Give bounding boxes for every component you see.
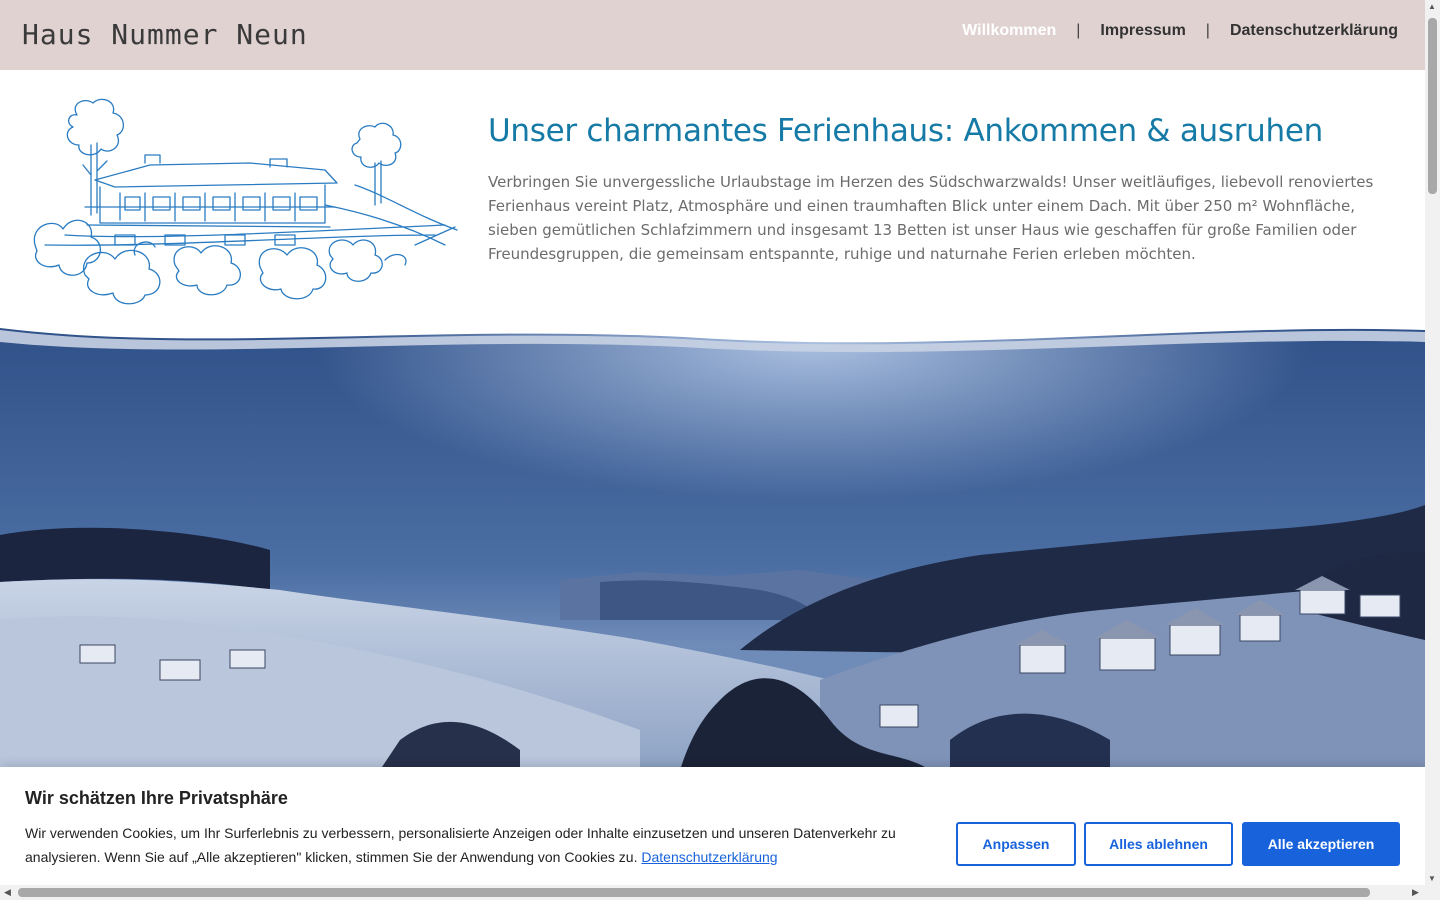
cookie-text: Wir verwenden Cookies, um Ihr Surferlebn…	[25, 821, 930, 869]
nav-separator: |	[1205, 22, 1210, 39]
scroll-up-arrow-icon[interactable]: ▲	[1428, 2, 1436, 11]
nav-link-impressum[interactable]: Impressum	[1100, 22, 1185, 40]
vertical-scrollbar-thumb[interactable]	[1428, 18, 1437, 194]
scroll-right-arrow-icon[interactable]: ▶	[1412, 887, 1419, 898]
nav-link-willkommen[interactable]: Willkommen	[962, 22, 1056, 40]
customize-button[interactable]: Anpassen	[956, 822, 1076, 866]
vertical-scrollbar[interactable]: ▲ ▼	[1425, 0, 1440, 885]
accept-all-button[interactable]: Alle akzeptieren	[1242, 822, 1400, 866]
main-nav: Willkommen | Impressum | Datenschutzerkl…	[962, 22, 1398, 40]
scroll-left-arrow-icon[interactable]: ◀	[4, 887, 11, 898]
page-viewport: Haus Nummer Neun Willkommen | Impressum …	[0, 0, 1425, 885]
horizontal-scrollbar-thumb[interactable]	[18, 888, 1370, 897]
cookie-banner: Wir schätzen Ihre Privatsphäre Wir verwe…	[0, 767, 1425, 885]
nav-separator: |	[1076, 22, 1081, 39]
winter-landscape-photo	[0, 320, 1425, 770]
house-sketch-illustration	[33, 98, 458, 305]
site-header: Haus Nummer Neun Willkommen | Impressum …	[0, 0, 1425, 70]
cookie-title: Wir schätzen Ihre Privatsphäre	[25, 788, 288, 808]
section-wave-divider	[0, 318, 1425, 353]
nav-link-datenschutz[interactable]: Datenschutzerklärung	[1230, 22, 1398, 40]
scroll-down-arrow-icon[interactable]: ▼	[1428, 874, 1436, 883]
intro-text: Verbringen Sie unvergessliche Urlaubstag…	[488, 173, 1374, 263]
site-logo[interactable]: Haus Nummer Neun	[22, 18, 308, 51]
scrollbar-corner	[1425, 885, 1440, 900]
horizontal-scrollbar[interactable]: ◀ ▶	[0, 885, 1425, 900]
page-title: Unser charmantes Ferienhaus: Ankommen & …	[488, 113, 1323, 149]
privacy-policy-link[interactable]: Datenschutzerklärung	[641, 849, 777, 865]
reject-all-button[interactable]: Alles ablehnen	[1084, 822, 1233, 866]
